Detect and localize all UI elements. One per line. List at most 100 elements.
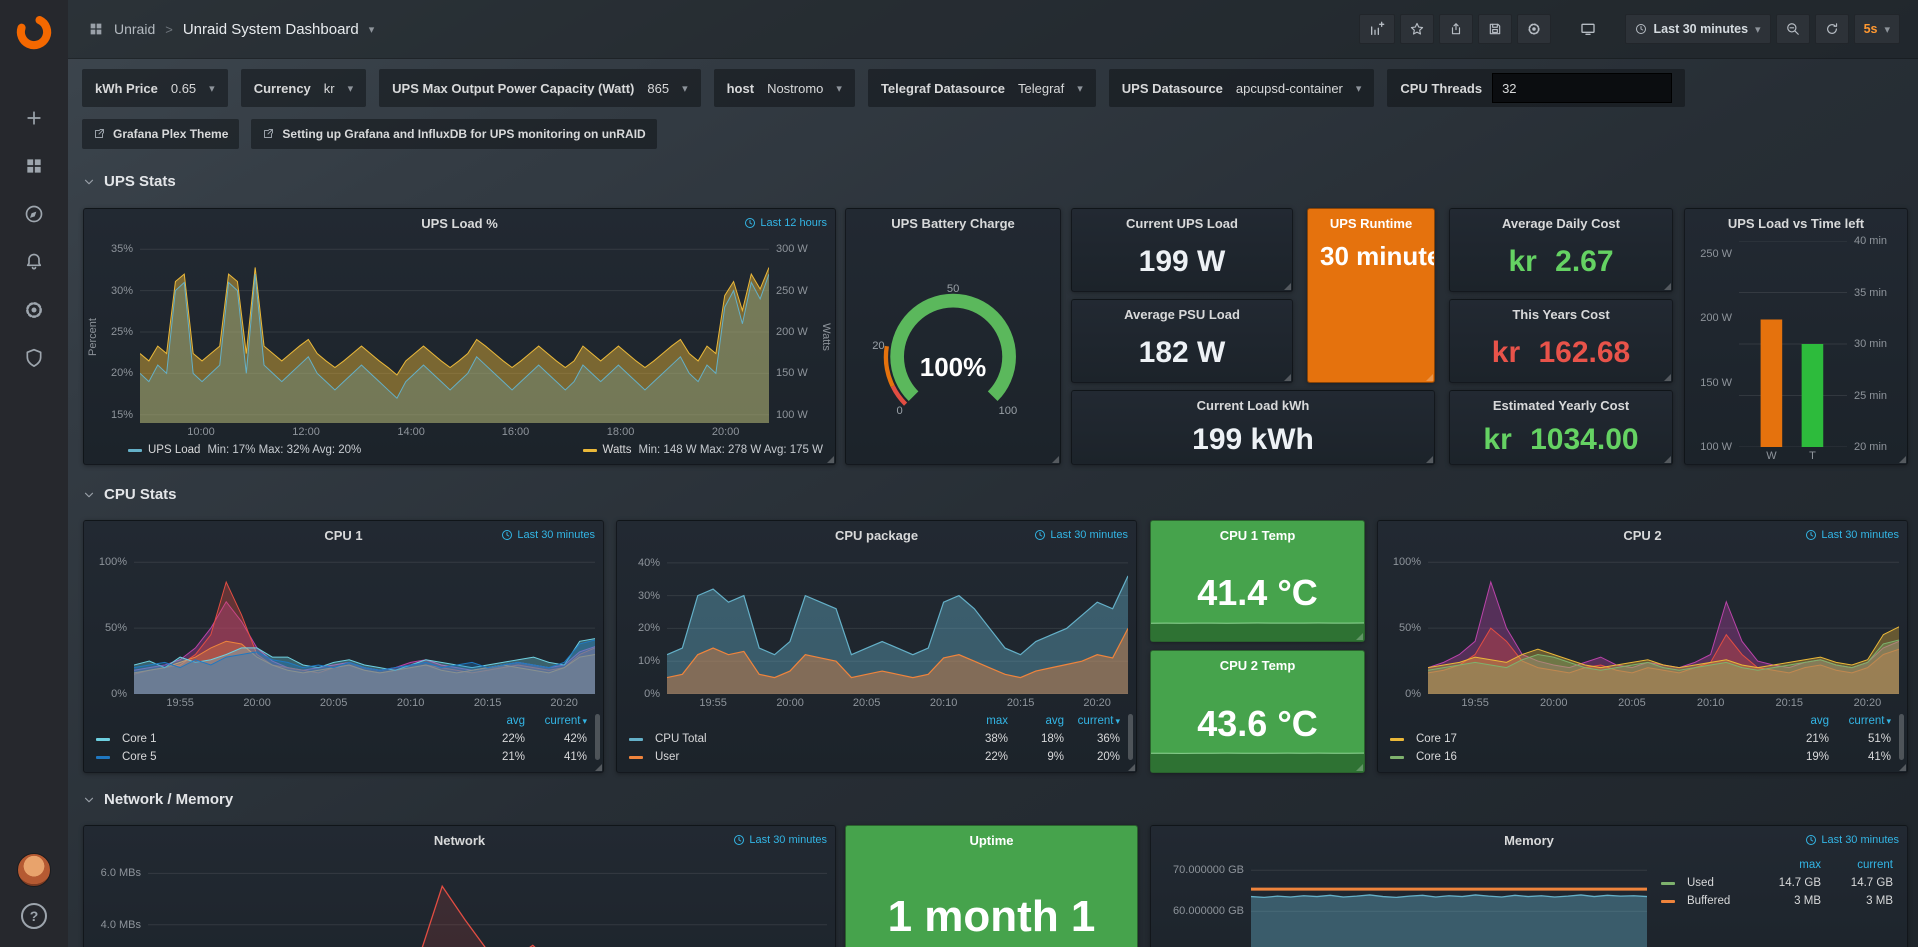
panel-title[interactable]: Current UPS Load (1126, 216, 1238, 231)
panel-resize-handle[interactable] (1284, 374, 1291, 381)
legend-col-header[interactable]: avg (1767, 712, 1829, 730)
variable-host[interactable]: host Nostromo ▾ (714, 69, 855, 107)
panel-title[interactable]: UPS Load % (421, 216, 498, 231)
panel-resize-handle[interactable] (1128, 764, 1135, 771)
section-network-memory[interactable]: Network / Memory (82, 791, 233, 808)
add-panel-button[interactable] (1359, 14, 1395, 44)
time-indicator[interactable]: Last 12 hours (744, 217, 827, 229)
chart-plot[interactable] (134, 553, 595, 694)
panel-header[interactable]: UPS Load % Last 12 hours (84, 209, 835, 237)
panel-title[interactable]: UPS Load vs Time left (1728, 216, 1864, 231)
apps-grid-icon[interactable] (88, 21, 104, 37)
panel-resize-handle[interactable] (1356, 633, 1363, 640)
panel-title[interactable]: CPU 2 Temp (1220, 658, 1296, 673)
star-button[interactable] (1400, 14, 1434, 44)
panel-resize-handle[interactable] (1052, 456, 1059, 463)
share-button[interactable] (1439, 14, 1473, 44)
panel-title[interactable]: Memory (1504, 833, 1554, 848)
variable-ups-datasource[interactable]: UPS Datasource apcupsd-container ▾ (1109, 69, 1375, 107)
section-cpu-stats[interactable]: CPU Stats (82, 486, 177, 503)
legend-row[interactable]: CPU Total 38% 18% 36% (629, 730, 1120, 748)
time-indicator[interactable]: Last 30 minutes (1805, 834, 1899, 846)
legend-col-header[interactable]: max (1749, 856, 1821, 874)
panel-title[interactable]: Uptime (969, 833, 1013, 848)
legend-row[interactable]: User 22% 9% 20% (629, 748, 1120, 766)
dashboards-icon[interactable] (24, 156, 44, 176)
panel-header[interactable]: This Years Cost (1450, 300, 1672, 328)
panel-title[interactable]: Network (434, 833, 485, 848)
panel-title[interactable]: CPU 1 Temp (1220, 528, 1296, 543)
alerting-bell-icon[interactable] (24, 252, 44, 272)
chart-plot[interactable] (667, 553, 1128, 694)
legend-col-header[interactable]: avg (1008, 712, 1064, 730)
dashboard-title[interactable]: Unraid System Dashboard (183, 21, 359, 38)
panel-resize-handle[interactable] (827, 456, 834, 463)
legend-row[interactable]: Core 1 22% 42% (96, 730, 587, 748)
chart-plot[interactable] (140, 241, 769, 423)
legend-row[interactable]: Core 17 21% 51% (1390, 730, 1891, 748)
panel-resize-handle[interactable] (1899, 456, 1906, 463)
legend-col-header[interactable]: current▾ (1064, 712, 1120, 730)
panel-title[interactable]: CPU 1 (324, 528, 362, 543)
panel-resize-handle[interactable] (1664, 374, 1671, 381)
time-indicator[interactable]: Last 30 minutes (501, 529, 595, 541)
panel-title[interactable]: This Years Cost (1512, 307, 1609, 322)
time-indicator[interactable]: Last 30 minutes (1805, 529, 1899, 541)
legend-row[interactable]: Buffered 3 MB 3 MB (1661, 892, 1893, 910)
panel-header[interactable]: UPS Battery Charge (846, 209, 1060, 237)
legend-row[interactable]: Core 5 21% 41% (96, 748, 587, 766)
chart-plot[interactable] (1251, 858, 1647, 947)
panel-header[interactable]: Network Last 30 minutes (84, 826, 835, 854)
panel-header[interactable]: Estimated Yearly Cost (1450, 391, 1672, 419)
panel-title[interactable]: Average Daily Cost (1502, 216, 1620, 231)
panel-header[interactable]: Average PSU Load (1072, 300, 1292, 328)
chart-plot[interactable] (148, 858, 827, 947)
panel-header[interactable]: Uptime (846, 826, 1137, 854)
panel-resize-handle[interactable] (1664, 283, 1671, 290)
panel-header[interactable]: Memory Last 30 minutes (1151, 826, 1907, 854)
refresh-button[interactable] (1815, 14, 1849, 44)
server-admin-shield-icon[interactable] (24, 348, 44, 368)
legend-scrollbar[interactable] (1128, 714, 1133, 760)
panel-resize-handle[interactable] (1284, 283, 1291, 290)
breadcrumb-app[interactable]: Unraid (114, 21, 155, 37)
panel-resize-handle[interactable] (1899, 764, 1906, 771)
legend-item[interactable]: UPS Load Min: 17% Max: 32% Avg: 20% (128, 444, 361, 456)
panel-title[interactable]: Estimated Yearly Cost (1493, 398, 1629, 413)
panel-header[interactable]: Average Daily Cost (1450, 209, 1672, 237)
dashboard-link-ups-guide[interactable]: Setting up Grafana and InfluxDB for UPS … (251, 119, 656, 149)
cpu-threads-input[interactable] (1492, 73, 1672, 103)
dashboard-settings-button[interactable] (1517, 14, 1551, 44)
panel-title[interactable]: CPU 2 (1623, 528, 1661, 543)
panel-header[interactable]: CPU package Last 30 minutes (617, 521, 1136, 549)
legend-scrollbar[interactable] (1899, 714, 1904, 760)
legend-scrollbar[interactable] (595, 714, 600, 760)
panel-header[interactable]: Current Load kWh (1072, 391, 1434, 419)
user-avatar[interactable] (17, 853, 51, 887)
refresh-interval-picker[interactable]: 5s ▾ (1854, 14, 1900, 44)
legend-col-header[interactable]: avg (463, 712, 525, 730)
panel-header[interactable]: Current UPS Load (1072, 209, 1292, 237)
legend-row[interactable]: Core 16 19% 41% (1390, 748, 1891, 766)
configuration-gear-icon[interactable] (24, 300, 44, 320)
panel-resize-handle[interactable] (595, 764, 602, 771)
panel-header[interactable]: CPU 1 Last 30 minutes (84, 521, 603, 549)
variable-telegraf-datasource[interactable]: Telegraf Datasource Telegraf ▾ (868, 69, 1096, 107)
panel-resize-handle[interactable] (1664, 456, 1671, 463)
dashboard-caret-icon[interactable]: ▾ (369, 23, 375, 36)
explore-compass-icon[interactable] (24, 204, 44, 224)
save-button[interactable] (1478, 14, 1512, 44)
legend-col-header[interactable]: current (1821, 856, 1893, 874)
legend-col-header[interactable]: current▾ (1829, 712, 1891, 730)
legend-item[interactable]: Watts Min: 148 W Max: 278 W Avg: 175 W (583, 444, 823, 456)
variable-ups-max-output[interactable]: UPS Max Output Power Capacity (Watt) 865… (379, 69, 700, 107)
dashboard-link-plex-theme[interactable]: Grafana Plex Theme (82, 119, 239, 149)
panel-resize-handle[interactable] (1356, 764, 1363, 771)
panel-title[interactable]: UPS Runtime (1330, 216, 1412, 231)
variable-currency[interactable]: Currency kr ▾ (241, 69, 366, 107)
panel-title[interactable]: Average PSU Load (1124, 307, 1240, 322)
time-indicator[interactable]: Last 30 minutes (733, 834, 827, 846)
chart-plot[interactable] (1739, 241, 1847, 447)
panel-resize-handle[interactable] (1426, 374, 1433, 381)
legend-col-header[interactable]: max (952, 712, 1008, 730)
